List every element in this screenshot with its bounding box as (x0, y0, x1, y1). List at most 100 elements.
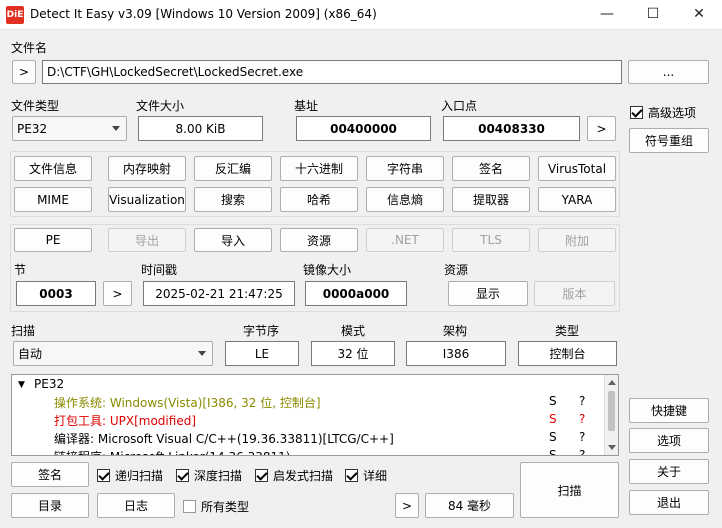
import-button[interactable]: 导入 (194, 228, 272, 252)
disassembly-button[interactable]: 反汇编 (194, 156, 272, 181)
checkbox-checked-icon (176, 469, 189, 482)
checkbox-checked-icon (345, 469, 358, 482)
image-size-field: 0000a000 (305, 281, 407, 306)
result-row[interactable]: 编译器: Microsoft Visual C/C++(19.36.33811)… (12, 430, 604, 448)
visualization-button[interactable]: Visualization (108, 187, 186, 212)
hex-button[interactable]: 十六进制 (280, 156, 358, 181)
file-info-button[interactable]: 文件信息 (14, 156, 92, 181)
resources-label: 资源 (444, 263, 469, 277)
overlay-button[interactable]: 附加 (538, 228, 616, 252)
recursive-scan-checkbox[interactable]: 递归扫描 (97, 467, 163, 484)
base-address-label: 基址 (294, 99, 319, 113)
result-text: 操作系统: Windows(Vista)[I386, 32 位, 控制台] (54, 396, 321, 410)
shortcuts-button[interactable]: 快捷键 (629, 398, 709, 423)
scroll-up-icon[interactable] (608, 380, 616, 385)
virustotal-button[interactable]: VirusTotal (538, 156, 616, 181)
directory-button[interactable]: 目录 (11, 493, 89, 518)
file-type-select[interactable]: PE32 (12, 116, 127, 141)
signature-flag: S (549, 394, 557, 408)
timestamp-field: 2025-02-21 21:47:25 (143, 281, 295, 306)
close-icon[interactable]: ✕ (676, 0, 722, 30)
strings-button[interactable]: 字符串 (366, 156, 444, 181)
yara-button[interactable]: YARA (538, 187, 616, 212)
pe-button[interactable]: PE (14, 228, 92, 252)
export-button[interactable]: 导出 (108, 228, 186, 252)
resources-button[interactable]: 资源 (280, 228, 358, 252)
advanced-options-label: 高级选项 (648, 106, 697, 120)
heuristic-scan-checkbox[interactable]: 启发式扫描 (255, 467, 333, 484)
signatures-button[interactable]: 签名 (11, 462, 89, 487)
endian-field: LE (225, 341, 299, 366)
scan-button[interactable]: 扫描 (520, 462, 619, 518)
maximize-icon[interactable]: ☐ (630, 0, 676, 30)
signature-flag: S (549, 412, 557, 426)
scan-type-select[interactable]: 自动 (13, 341, 213, 366)
sections-go-button[interactable]: > (103, 281, 132, 306)
demangle-button[interactable]: 符号重组 (629, 128, 709, 153)
signature-flag: S (549, 448, 557, 456)
result-row[interactable]: 操作系统: Windows(Vista)[I386, 32 位, 控制台] S … (12, 394, 604, 412)
browse-button[interactable]: ... (628, 60, 709, 84)
entry-point-go-button[interactable]: > (587, 116, 616, 141)
result-row[interactable]: 打包工具: UPX[modified] S ? (12, 412, 604, 430)
exit-button[interactable]: 退出 (629, 490, 709, 515)
results-scrollbar[interactable] (604, 375, 618, 455)
checkbox-checked-icon (255, 469, 268, 482)
scan-label: 扫描 (11, 324, 36, 338)
tree-root[interactable]: ▼ PE32 (12, 376, 604, 394)
all-types-checkbox[interactable]: 所有类型 (183, 498, 249, 515)
chevron-down-icon (112, 125, 120, 131)
signatures-tool-button[interactable]: 签名 (452, 156, 530, 181)
results-tree[interactable]: ▼ PE32 操作系统: Windows(Vista)[I386, 32 位, … (11, 374, 619, 456)
file-type-label: 文件类型 (11, 99, 60, 113)
mode-field: 32 位 (311, 341, 395, 366)
mode-label: 模式 (341, 324, 366, 338)
minimize-icon[interactable]: — (584, 0, 630, 30)
info-flag: ? (579, 430, 586, 444)
heuristic-scan-label: 启发式扫描 (273, 469, 334, 483)
log-button[interactable]: 日志 (97, 493, 175, 518)
scan-type-value: 自动 (18, 347, 43, 361)
verbose-label: 详细 (363, 469, 388, 483)
deep-scan-checkbox[interactable]: 深度扫描 (176, 467, 242, 484)
file-size-field: 8.00 KiB (138, 116, 263, 141)
checkbox-checked-icon (630, 106, 643, 119)
about-button[interactable]: 关于 (629, 459, 709, 484)
memory-map-button[interactable]: 内存映射 (108, 156, 186, 181)
file-path-input[interactable]: D:\CTF\GH\LockedSecret\LockedSecret.exe (42, 60, 622, 84)
arch-field: I386 (406, 341, 506, 366)
result-row[interactable]: 链接程序: Microsoft Linker(14.36.33811) S ? (12, 448, 604, 456)
expand-triangle-icon[interactable]: ▼ (18, 376, 25, 394)
info-flag: ? (579, 412, 586, 426)
recursive-scan-label: 递归扫描 (115, 469, 164, 483)
version-button[interactable]: 版本 (534, 281, 615, 306)
verbose-checkbox[interactable]: 详细 (345, 467, 387, 484)
recent-files-button[interactable]: > (12, 60, 36, 84)
arch-label: 架构 (443, 324, 468, 338)
result-text: 链接程序: Microsoft Linker(14.36.33811) (54, 448, 290, 455)
entry-point-label: 入口点 (441, 99, 478, 113)
file-name-label: 文件名 (11, 41, 48, 55)
entropy-button[interactable]: 信息熵 (366, 187, 444, 212)
base-address-field[interactable]: 00400000 (296, 116, 431, 141)
advanced-options-checkbox[interactable]: 高级选项 (630, 104, 696, 121)
mime-button[interactable]: MIME (14, 187, 92, 212)
options-button[interactable]: 选项 (629, 428, 709, 453)
dotnet-button[interactable]: .NET (366, 228, 444, 252)
show-resources-button[interactable]: 显示 (448, 281, 528, 306)
app-icon: DiE (6, 6, 24, 24)
title-bar: DiE Detect It Easy v3.09 [Windows 10 Ver… (0, 0, 722, 30)
tree-root-label: PE32 (34, 377, 65, 391)
extractor-button[interactable]: 提取器 (452, 187, 530, 212)
section-label: 节 (14, 263, 27, 277)
tls-button[interactable]: TLS (452, 228, 530, 252)
hash-button[interactable]: 哈希 (280, 187, 358, 212)
elapsed-time-display: 84 毫秒 (425, 493, 514, 518)
image-size-label: 镜像大小 (303, 263, 352, 277)
scroll-down-icon[interactable] (608, 445, 616, 450)
scroll-thumb[interactable] (608, 391, 615, 431)
more-options-button[interactable]: > (395, 493, 419, 518)
window-title: Detect It Easy v3.09 [Windows 10 Version… (30, 7, 377, 21)
search-button[interactable]: 搜索 (194, 187, 272, 212)
entry-point-field[interactable]: 00408330 (443, 116, 580, 141)
